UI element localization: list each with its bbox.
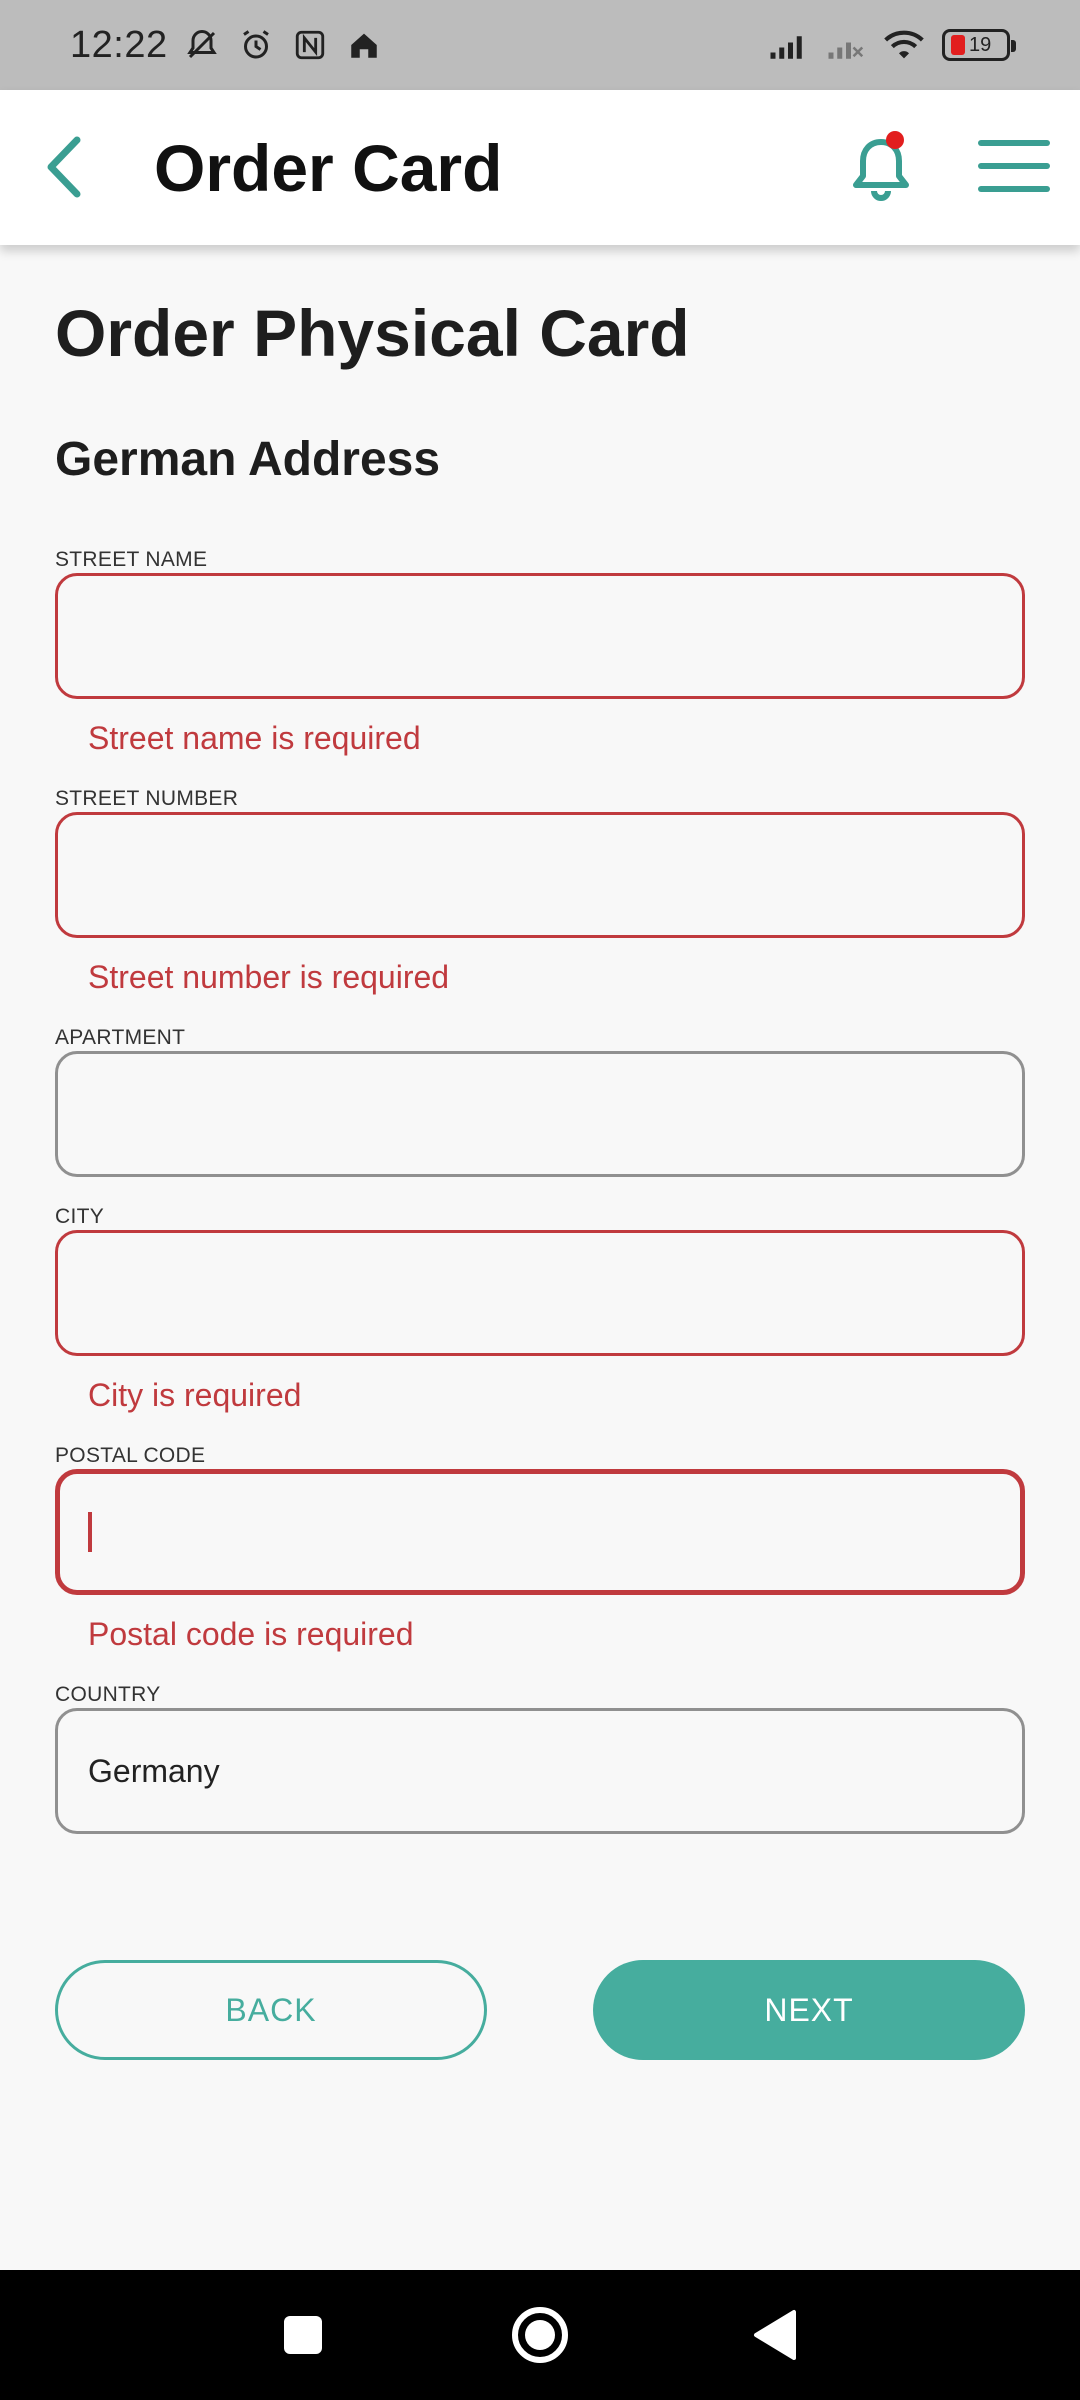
home-icon: [344, 25, 384, 65]
country-label: COUNTRY: [55, 1683, 161, 1706]
header-title: Order Card: [154, 131, 503, 205]
notification-button[interactable]: [848, 128, 914, 208]
back-nav-button[interactable]: [742, 2300, 812, 2370]
next-button[interactable]: NEXT: [593, 1960, 1025, 2060]
recents-button[interactable]: [268, 2300, 338, 2370]
bell-muted-icon: [182, 25, 222, 65]
apartment-input[interactable]: [55, 1051, 1025, 1177]
home-nav-button[interactable]: [505, 2300, 575, 2370]
postal-code-error: Postal code is required: [88, 1616, 414, 1652]
status-time: 12:22: [70, 23, 168, 66]
street-number-label: STREET NUMBER: [55, 787, 239, 810]
signal-no-service-icon: [826, 25, 866, 65]
city-label: CITY: [55, 1205, 105, 1228]
status-bar: 12:22 19: [0, 0, 1080, 90]
back-button[interactable]: BACK: [55, 1960, 487, 2060]
system-nav-bar: [0, 2270, 1080, 2400]
menu-button[interactable]: [978, 138, 1050, 194]
nfc-icon: [290, 25, 330, 65]
street-name-input[interactable]: [55, 573, 1025, 699]
page-title: Order Physical Card: [55, 296, 690, 370]
city-error: City is required: [88, 1377, 302, 1413]
section-title: German Address: [55, 433, 441, 486]
battery-fill: [951, 35, 965, 55]
street-number-error: Street number is required: [88, 959, 450, 995]
street-name-label: STREET NAME: [55, 548, 208, 571]
country-input[interactable]: [55, 1708, 1025, 1834]
back-arrow-button[interactable]: [38, 132, 88, 202]
wifi-icon: [884, 25, 924, 65]
alarm-icon: [236, 25, 276, 65]
signal-icon: [768, 25, 808, 65]
bell-icon: [853, 131, 909, 201]
street-name-error: Street name is required: [88, 720, 421, 756]
battery-level: 19: [969, 33, 992, 56]
postal-code-label: POSTAL CODE: [55, 1444, 206, 1467]
apartment-label: APARTMENT: [55, 1026, 186, 1049]
city-input[interactable]: [55, 1230, 1025, 1356]
battery-indicator: 19: [942, 29, 1016, 61]
triangle-back-icon: [754, 2310, 796, 2360]
street-number-input[interactable]: [55, 812, 1025, 938]
app-header: Order Card: [0, 90, 1080, 245]
chevron-left-icon: [47, 136, 81, 198]
square-icon: [284, 2316, 322, 2354]
postal-code-input[interactable]: [55, 1469, 1025, 1595]
circle-home-icon: [512, 2307, 568, 2363]
hamburger-menu-icon: [978, 140, 1050, 192]
text-caret: [88, 1512, 92, 1552]
